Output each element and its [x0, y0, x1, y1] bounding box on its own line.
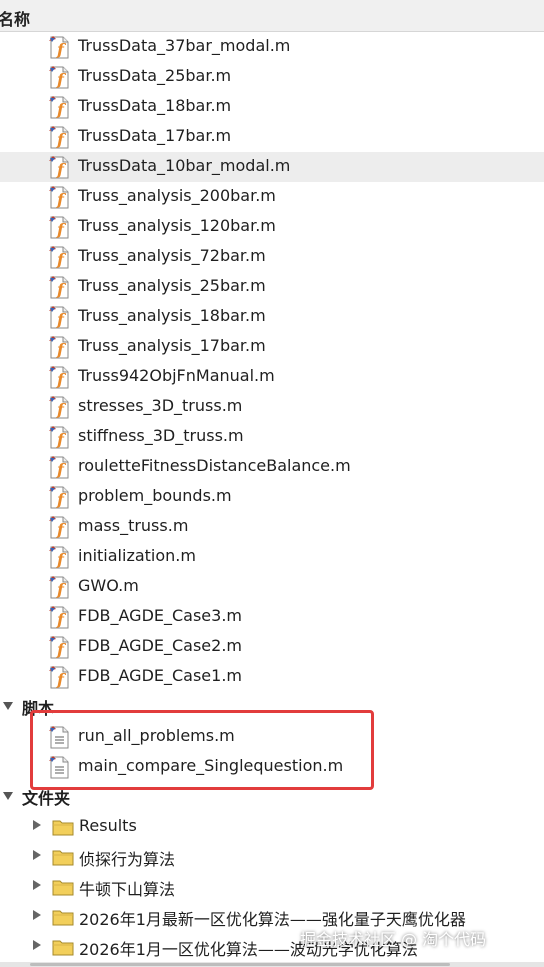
- function-file-icon: f: [48, 155, 70, 179]
- function-file-item[interactable]: f TrussData_17bar.m: [0, 122, 544, 152]
- function-file-icon: f: [48, 35, 70, 59]
- folder-name: 侦探行为算法: [79, 850, 176, 869]
- function-file-icon: f: [48, 455, 70, 479]
- function-file-item[interactable]: f TrussData_37bar_modal.m: [0, 32, 544, 62]
- function-file-icon: f: [48, 185, 70, 209]
- file-name: TrussData_37bar_modal.m: [78, 36, 291, 55]
- function-file-item[interactable]: f FDB_AGDE_Case3.m: [0, 602, 544, 632]
- file-name: initialization.m: [78, 546, 196, 565]
- watermark: 掘金技术社区 @ 淘个代码: [300, 930, 487, 949]
- function-file-icon: f: [48, 545, 70, 569]
- function-file-item[interactable]: f mass_truss.m: [0, 512, 544, 542]
- name-column-title: 名称: [0, 10, 31, 29]
- function-file-icon: f: [48, 665, 70, 689]
- file-name: FDB_AGDE_Case3.m: [78, 606, 242, 625]
- function-file-item[interactable]: f TrussData_18bar.m: [0, 92, 544, 122]
- function-file-icon: f: [48, 485, 70, 509]
- function-file-item[interactable]: f Truss_analysis_17bar.m: [0, 332, 544, 362]
- file-name: Truss_analysis_17bar.m: [78, 336, 266, 355]
- file-name: Truss_analysis_18bar.m: [78, 306, 266, 325]
- expand-caret-icon[interactable]: [33, 850, 41, 860]
- function-file-icon: f: [48, 425, 70, 449]
- file-name: TrussData_17bar.m: [78, 126, 232, 145]
- folder-name: 牛顿下山算法: [79, 880, 176, 899]
- folder-item[interactable]: Results: [0, 812, 544, 842]
- file-name: Truss_analysis_25bar.m: [78, 276, 266, 295]
- file-name: problem_bounds.m: [78, 486, 232, 505]
- expand-caret-icon[interactable]: [33, 880, 41, 890]
- folder-name: Results: [79, 816, 137, 835]
- expand-caret-icon[interactable]: [33, 910, 41, 920]
- file-name: TrussData_18bar.m: [78, 96, 232, 115]
- expand-caret-icon[interactable]: [33, 940, 41, 950]
- expand-caret-icon[interactable]: [33, 820, 41, 830]
- function-file-icon: f: [48, 365, 70, 389]
- function-file-item[interactable]: f rouletteFitnessDistanceBalance.m: [0, 452, 544, 482]
- function-file-item[interactable]: f stresses_3D_truss.m: [0, 392, 544, 422]
- function-file-item[interactable]: f Truss_analysis_72bar.m: [0, 242, 544, 272]
- file-name: Truss_analysis_120bar.m: [78, 216, 276, 235]
- function-file-item[interactable]: f TrussData_25bar.m: [0, 62, 544, 92]
- function-file-item[interactable]: f Truss_analysis_25bar.m: [0, 272, 544, 302]
- scrollbar-thumb[interactable]: [30, 963, 450, 966]
- collapse-caret-icon[interactable]: [3, 702, 13, 710]
- function-file-icon: f: [48, 605, 70, 629]
- function-file-icon: f: [48, 395, 70, 419]
- function-file-icon: f: [48, 575, 70, 599]
- function-file-item[interactable]: f Truss_analysis_200bar.m: [0, 182, 544, 212]
- function-file-item[interactable]: f problem_bounds.m: [0, 482, 544, 512]
- function-file-icon: f: [48, 245, 70, 269]
- folder-item[interactable]: 侦探行为算法: [0, 842, 544, 872]
- file-name: Truss942ObjFnManual.m: [78, 366, 275, 385]
- function-file-icon: f: [48, 515, 70, 539]
- function-file-icon: f: [48, 335, 70, 359]
- column-header[interactable]: 名称: [0, 0, 544, 32]
- function-file-item[interactable]: f Truss_analysis_120bar.m: [0, 212, 544, 242]
- function-file-icon: f: [48, 305, 70, 329]
- file-name: FDB_AGDE_Case2.m: [78, 636, 242, 655]
- folder-item[interactable]: 牛顿下山算法: [0, 872, 544, 902]
- file-name: rouletteFitnessDistanceBalance.m: [78, 456, 351, 475]
- folder-icon: [52, 908, 74, 926]
- function-file-icon: f: [48, 125, 70, 149]
- function-file-item[interactable]: f Truss_analysis_18bar.m: [0, 302, 544, 332]
- file-name: GWO.m: [78, 576, 139, 595]
- folder-icon: [52, 938, 74, 956]
- folder-icon: [52, 848, 74, 866]
- highlight-box: [30, 710, 374, 790]
- function-file-icon: f: [48, 635, 70, 659]
- file-name: Truss_analysis_72bar.m: [78, 246, 266, 265]
- file-name: FDB_AGDE_Case1.m: [78, 666, 242, 685]
- file-name: Truss_analysis_200bar.m: [78, 186, 276, 205]
- function-file-item[interactable]: f Truss942ObjFnManual.m: [0, 362, 544, 392]
- function-file-item[interactable]: f GWO.m: [0, 572, 544, 602]
- function-file-icon: f: [48, 215, 70, 239]
- function-file-icon: f: [48, 65, 70, 89]
- function-file-icon: f: [48, 275, 70, 299]
- function-file-icon: f: [48, 95, 70, 119]
- file-name: TrussData_10bar_modal.m: [78, 156, 291, 175]
- collapse-caret-icon[interactable]: [3, 792, 13, 800]
- folder-icon: [52, 878, 74, 896]
- function-file-item[interactable]: f FDB_AGDE_Case1.m: [0, 662, 544, 692]
- folder-icon: [52, 818, 74, 836]
- file-name: mass_truss.m: [78, 516, 189, 535]
- file-name: stiffness_3D_truss.m: [78, 426, 244, 445]
- function-file-item[interactable]: f initialization.m: [0, 542, 544, 572]
- file-name: TrussData_25bar.m: [78, 66, 232, 85]
- function-file-item[interactable]: f TrussData_10bar_modal.m: [0, 152, 544, 182]
- function-file-item[interactable]: f FDB_AGDE_Case2.m: [0, 632, 544, 662]
- function-file-item[interactable]: f stiffness_3D_truss.m: [0, 422, 544, 452]
- file-name: stresses_3D_truss.m: [78, 396, 243, 415]
